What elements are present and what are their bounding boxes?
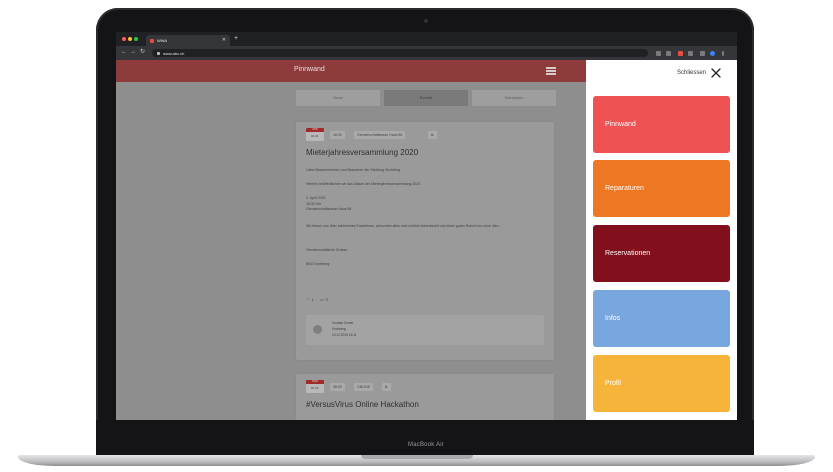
menu-item-reservationen[interactable]: Reservationen xyxy=(593,225,730,282)
browser-toolbar: ← → ↻ www.abc.ch xyxy=(116,46,737,60)
side-menu: Schliessen Pinnwand Reparaturen Reservat… xyxy=(586,60,737,420)
comment-button[interactable]: ▭ 0 xyxy=(320,297,328,302)
post-title: Mieterjahresversammlung 2020 xyxy=(306,148,419,157)
post-paragraph: 2. April 2020 18:30 Uhr Gemeinschaftsrau… xyxy=(306,196,352,211)
comment-author: Contact Center xyxy=(332,321,354,325)
close-menu-button[interactable]: Schliessen xyxy=(677,68,721,78)
reactions: ♡ 1 ▭ 0 xyxy=(306,297,328,302)
laptop-notch xyxy=(361,455,473,459)
like-count: 1 xyxy=(311,297,314,302)
tab-events[interactable]: Events xyxy=(384,90,468,106)
post-title: #VersusVirus Online Hackathon xyxy=(306,400,419,409)
calendar-icon[interactable]: ⧉ xyxy=(428,131,437,139)
bezel-bottom xyxy=(96,420,754,456)
heart-icon: ♡ xyxy=(306,297,310,302)
avatar xyxy=(313,325,322,334)
browser-tabbar: WWA ✕ + xyxy=(116,32,737,46)
location-chip: Gemeinschaftsraum Haus 58 xyxy=(354,131,406,139)
post-card[interactable]: APR 02.04. 18:30 Gemeinschaftsraum Haus … xyxy=(296,122,554,360)
menu-icon[interactable] xyxy=(546,67,556,75)
date-day: 02.04. xyxy=(310,134,320,138)
device-label: MacBook Air xyxy=(408,442,444,448)
camera xyxy=(424,19,428,23)
comment: Contact Center Kirchberg 10.12.2019 16:1… xyxy=(306,315,544,345)
tab-title: WWA xyxy=(157,38,168,43)
like-button[interactable]: ♡ 1 xyxy=(306,297,314,302)
post-paragraph: Wir freuen uns über zahlreiches Erschein… xyxy=(306,224,502,228)
date-badge: APR 02.04. xyxy=(306,128,324,141)
close-window-button[interactable] xyxy=(122,37,126,41)
time-chip: 18:30 xyxy=(330,131,345,139)
comment-count: 0 xyxy=(325,297,328,302)
menu-item-infos[interactable]: Infos xyxy=(593,290,730,347)
minimize-window-button[interactable] xyxy=(128,37,132,41)
browser-menu-icon[interactable] xyxy=(722,51,724,56)
post-paragraph: BBG Kirchberg xyxy=(306,262,330,266)
post-paragraph: Gemeinschaftliche Grüsse xyxy=(306,248,348,252)
address-bar[interactable]: www.abc.ch xyxy=(152,49,648,57)
post-paragraph: Hiermit veröffentlichen wir das Datum de… xyxy=(306,182,422,186)
forward-icon[interactable]: → xyxy=(130,49,136,56)
extension-icon[interactable] xyxy=(678,51,683,56)
url-text: www.abc.ch xyxy=(163,50,185,56)
web-page: Pinnwand Neue Events Marktplatz APR 02.0… xyxy=(116,60,586,420)
menu-item-profil[interactable]: Profil xyxy=(593,355,730,412)
browser-tab[interactable]: WWA ✕ xyxy=(146,35,230,46)
close-icon xyxy=(711,68,721,78)
extension-icon[interactable] xyxy=(700,51,705,56)
time-chip: 08:00 xyxy=(330,383,345,391)
new-tab-icon[interactable]: + xyxy=(234,35,238,43)
extension-icon[interactable] xyxy=(666,51,671,56)
tab-marktplatz[interactable]: Marktplatz xyxy=(472,90,556,106)
extension-icon[interactable] xyxy=(688,51,693,56)
menu-item-pinnwand[interactable]: Pinnwand xyxy=(593,96,730,153)
reload-icon[interactable]: ↻ xyxy=(140,49,145,56)
lock-icon xyxy=(157,51,160,55)
back-icon[interactable]: ← xyxy=(121,49,127,56)
date-badge: MÄR 20.03. xyxy=(306,380,324,393)
tab-neue[interactable]: Neue xyxy=(296,90,380,106)
zoom-window-button[interactable] xyxy=(134,37,138,41)
screen: WWA ✕ + ← → ↻ www.abc.ch Pinnwand Neue E… xyxy=(116,32,737,420)
comment-icon: ▭ xyxy=(319,297,324,302)
extension-icon[interactable] xyxy=(656,51,661,56)
window-controls xyxy=(122,37,138,41)
date-day: 20.03. xyxy=(310,386,320,390)
profile-avatar[interactable] xyxy=(710,51,715,56)
calendar-icon[interactable]: ⧉ xyxy=(382,383,391,391)
app-header: Pinnwand xyxy=(116,60,586,82)
tab-close-icon[interactable]: ✕ xyxy=(222,37,226,43)
favicon-icon xyxy=(150,38,154,43)
close-label: Schliessen xyxy=(676,70,706,76)
menu-item-reparaturen[interactable]: Reparaturen xyxy=(593,160,730,217)
post-paragraph: Liebe Bewohnerinnen und Bewohner der Sie… xyxy=(306,168,400,172)
comment-date: 10.12.2019 16:11 xyxy=(332,333,357,337)
location-chip: ONLINE xyxy=(354,383,374,391)
app-title: Pinnwand xyxy=(294,66,325,73)
post-card[interactable]: MÄR 20.03. 08:00 ONLINE ⧉ #VersusVirus O… xyxy=(296,374,554,420)
comment-place: Kirchberg xyxy=(332,327,346,331)
